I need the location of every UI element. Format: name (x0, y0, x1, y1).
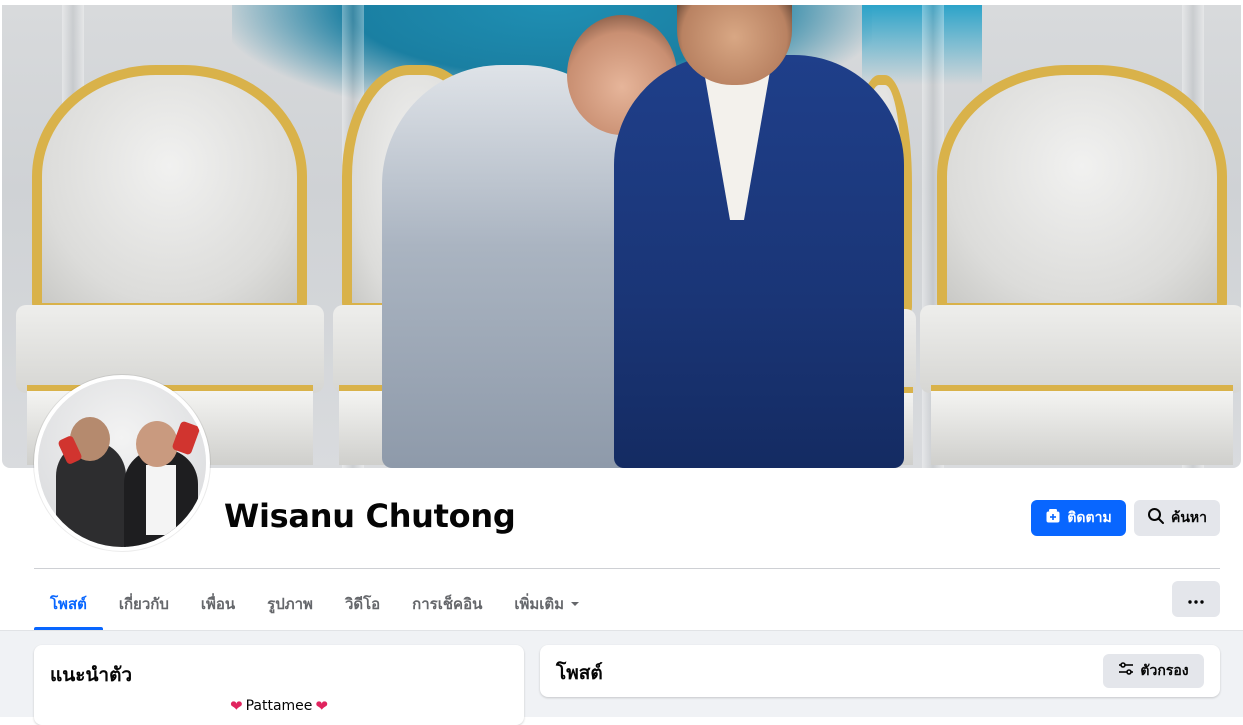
search-button[interactable]: ค้นหา (1134, 500, 1220, 536)
tab-posts[interactable]: โพสต์ (34, 578, 103, 630)
intro-title: แนะนำตัว (50, 664, 133, 686)
tab-label: เพิ่มเติม (514, 595, 565, 613)
follow-icon (1045, 508, 1061, 528)
tab-more[interactable]: เพิ่มเติม (498, 578, 596, 630)
follow-button[interactable]: ติดตาม (1031, 500, 1126, 536)
ellipsis-icon (1188, 592, 1204, 607)
intro-bio: ❤ Pattamee ❤ (34, 697, 524, 715)
tab-friends[interactable]: เพื่อน (185, 578, 251, 630)
caret-down-icon (570, 595, 580, 613)
heart-icon: ❤ (315, 697, 328, 715)
search-icon (1147, 507, 1165, 529)
filter-label: ตัวกรอง (1140, 663, 1189, 679)
tab-label: โพสต์ (50, 595, 87, 613)
tab-label: รูปภาพ (267, 595, 313, 613)
posts-title: โพสต์ (556, 662, 603, 684)
tab-label: เพื่อน (200, 595, 236, 613)
profile-name: Wisanu Chutong (224, 497, 516, 535)
search-label: ค้นหา (1170, 510, 1208, 526)
follow-label: ติดตาม (1067, 510, 1112, 526)
tab-checkins[interactable]: การเช็คอิน (396, 578, 498, 630)
more-options-button[interactable] (1172, 581, 1220, 617)
bio-text: Pattamee (245, 698, 313, 714)
tab-label: วิดีโอ (344, 595, 381, 613)
tab-label: เกี่ยวกับ (118, 595, 169, 613)
filter-button[interactable]: ตัวกรอง (1103, 654, 1204, 688)
tab-about[interactable]: เกี่ยวกับ (103, 578, 185, 630)
profile-avatar[interactable] (34, 375, 210, 551)
profile-tabs: โพสต์ เกี่ยวกับ เพื่อน รูปภาพ วิดีโอ การ… (34, 578, 596, 630)
tab-label: การเช็คอิน (412, 595, 483, 613)
cover-chair-right (919, 65, 1241, 465)
header-divider (34, 568, 1220, 569)
filter-sliders-icon (1118, 662, 1134, 680)
tab-videos[interactable]: วิดีโอ (329, 578, 396, 630)
tab-photos[interactable]: รูปภาพ (251, 578, 329, 630)
posts-card: โพสต์ ตัวกรอง (540, 645, 1220, 697)
heart-icon: ❤ (230, 697, 243, 715)
intro-card: แนะนำตัว ❤ Pattamee ❤ (34, 645, 524, 725)
